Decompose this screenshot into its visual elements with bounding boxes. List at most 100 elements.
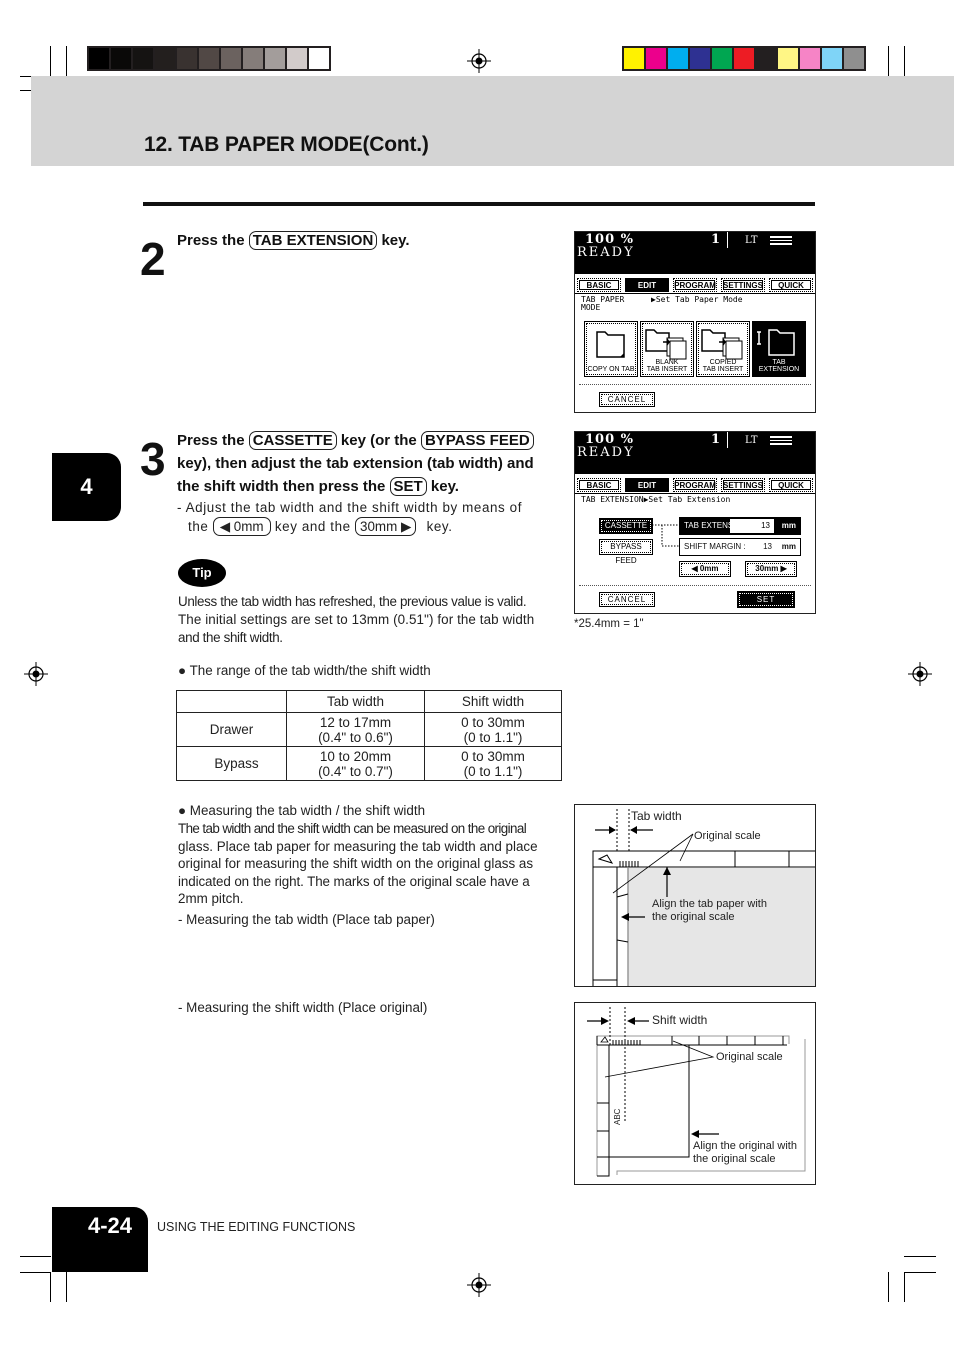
- tab-extension-key: TAB EXTENSION: [248, 231, 378, 250]
- gray-swatch: [221, 48, 241, 69]
- sample-original-text: ABC: [613, 1108, 622, 1125]
- thirty-mm-key: 30mm ▶: [355, 517, 417, 536]
- tab-insert-icon: [645, 329, 687, 360]
- color-swatch: [734, 48, 754, 69]
- tip-badge: Tip: [178, 559, 226, 587]
- chapter-tab: 4: [52, 453, 121, 521]
- gray-swatch: [265, 48, 285, 69]
- page-number: 4-24: [88, 1213, 133, 1238]
- shift-width-label: Shift width: [652, 1013, 708, 1027]
- shift-margin-field[interactable]: SHIFT MARGIN : 13 mm: [679, 538, 801, 556]
- table-row: Bypass 10 to 20mm (0.4" to 0.7") 0 to 30m…: [176, 746, 562, 781]
- zero-mm-key: ◀ 0mm: [212, 517, 271, 536]
- tab-program[interactable]: PROGRAM: [673, 478, 717, 492]
- shift-margin-value: 13: [763, 542, 772, 551]
- color-swatch: [778, 48, 798, 69]
- paper-size: LT: [745, 235, 758, 246]
- grayscale-calibration-bar: [87, 46, 331, 71]
- color-swatch: [844, 48, 864, 69]
- color-swatch: [646, 48, 666, 69]
- tab-quick[interactable]: QUICK: [769, 478, 813, 492]
- step3-note: - Adjust the tab width and the shift wid…: [177, 500, 523, 536]
- color-swatch: [690, 48, 710, 69]
- cancel-button[interactable]: CANCEL: [599, 392, 655, 407]
- step-number: 3: [140, 433, 166, 485]
- conversion-note: *25.4mm = 1": [574, 618, 644, 630]
- gray-swatch: [111, 48, 131, 69]
- control-panel-screen-tab-extension: 100 % 1 LT READY BASIC EDIT PROGRAM SETT…: [574, 431, 816, 614]
- table-header-row: Tab width Shift width: [176, 690, 562, 713]
- tab-settings[interactable]: SETTINGS: [721, 478, 765, 492]
- range-table: Tab width Shift width Drawer 12 to 17mm(…: [176, 690, 562, 781]
- color-swatch: [668, 48, 688, 69]
- tab-edit[interactable]: EDIT: [625, 278, 669, 292]
- tab-extension-value: 13: [730, 519, 774, 533]
- tab-extension-field[interactable]: TAB EXTENSION : 13 mm: [679, 517, 801, 535]
- set-button[interactable]: SET: [737, 591, 795, 608]
- shift-width-subheading: - Measuring the shift width (Place origi…: [178, 1000, 428, 1015]
- tab-quick[interactable]: QUICK: [769, 278, 813, 292]
- screen-instruction: ▶Set Tab Paper Mode: [651, 295, 743, 304]
- gray-swatch: [155, 48, 175, 69]
- folder-icon: [596, 331, 625, 358]
- tab-width-diagram: Tab width Original scale Align the tab p…: [574, 804, 816, 987]
- tab-program[interactable]: PROGRAM: [673, 278, 717, 292]
- copy-on-tab-button[interactable]: COPY ON TAB: [584, 321, 638, 377]
- gray-swatch: [287, 48, 307, 69]
- cassette-button[interactable]: CASSETTE: [599, 518, 653, 534]
- section-name: USING THE EDITING FUNCTIONS: [157, 1220, 356, 1234]
- gray-swatch: [177, 48, 197, 69]
- status-area: 100 % 1 LT READY: [575, 432, 815, 474]
- color-swatch: [800, 48, 820, 69]
- copy-count: 1: [711, 232, 721, 247]
- tab-insert-icon: [701, 329, 743, 360]
- step2-instruction: Press the TAB EXTENSION key.: [177, 231, 410, 250]
- color-calibration-bar: [622, 46, 866, 71]
- bypass-feed-key: BYPASS FEED: [420, 431, 534, 450]
- page-title: 12. TAB PAPER MODE(Cont.): [144, 133, 429, 156]
- paper-tray-icon: [770, 236, 792, 245]
- connector-lines: [652, 524, 679, 547]
- screen-mode-label: TAB PAPER MODE: [581, 295, 625, 312]
- blank-tab-insert-button[interactable]: BLANK TAB INSERT: [640, 321, 694, 377]
- copied-tab-insert-button[interactable]: COPIED TAB INSERT: [696, 321, 750, 377]
- tab-settings[interactable]: SETTINGS: [721, 278, 765, 292]
- mode-tabs: BASIC EDIT PROGRAM SETTINGS QUICK: [577, 278, 813, 292]
- original-scale-label: Original scale: [694, 830, 761, 842]
- align-instruction: Align the tab paper with the original sc…: [652, 898, 767, 923]
- align-instruction: Align the original with the original sca…: [693, 1140, 797, 1165]
- cassette-key: CASSETTE: [248, 431, 337, 450]
- registration-mark-icon: [908, 662, 932, 686]
- status-area: 100 % 1 LT READY: [575, 232, 815, 274]
- control-panel-screen-tab-paper-mode: 100 % 1 LT READY BASIC EDIT PROGRAM SETT…: [574, 231, 816, 413]
- tab-basic[interactable]: BASIC: [577, 478, 621, 492]
- gray-swatch: [89, 48, 109, 69]
- gray-swatch: [133, 48, 153, 69]
- tab-extension-button[interactable]: TAB EXTENSION: [752, 321, 806, 377]
- step3-instruction: Press the CASSETTE key (or the BYPASS FE…: [177, 431, 534, 496]
- status-text: READY: [577, 245, 635, 260]
- measuring-text: The tab width and the shift width can be…: [178, 821, 538, 907]
- paper-tray-icon: [770, 436, 792, 445]
- tab-edit[interactable]: EDIT: [625, 478, 669, 492]
- bypass-feed-button[interactable]: BYPASS FEED: [599, 539, 653, 565]
- tab-basic[interactable]: BASIC: [577, 278, 621, 292]
- gray-swatch: [199, 48, 219, 69]
- column-header: Tab width: [286, 690, 425, 713]
- registration-mark-icon: [24, 662, 48, 686]
- column-header: Shift width: [424, 690, 562, 713]
- copy-count: 1: [711, 432, 721, 447]
- tip-text: Unless the tab width has refreshed, the …: [178, 594, 535, 645]
- mode-tabs: BASIC EDIT PROGRAM SETTINGS QUICK: [577, 478, 813, 492]
- screen-instruction: TAB EXTENSION▶Set Tab Extension: [581, 495, 731, 504]
- gray-swatch: [309, 48, 329, 69]
- cancel-button[interactable]: CANCEL: [599, 592, 655, 607]
- thirty-mm-button[interactable]: 30mm ▶: [745, 561, 797, 577]
- color-swatch: [756, 48, 776, 69]
- tab-extension-icon: [757, 329, 795, 356]
- tab-width-label: Tab width: [631, 809, 682, 823]
- measuring-heading: ● Measuring the tab width / the shift wi…: [178, 803, 426, 818]
- range-heading: ● The range of the tab width/the shift w…: [178, 663, 431, 678]
- gray-swatch: [243, 48, 263, 69]
- zero-mm-button[interactable]: ◀ 0mm: [679, 561, 731, 577]
